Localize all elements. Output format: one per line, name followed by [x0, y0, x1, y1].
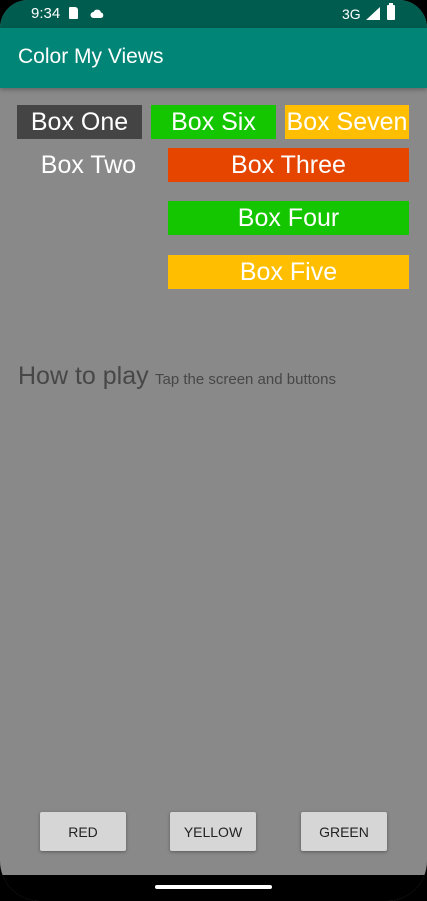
box-seven[interactable]: Box Seven [285, 105, 409, 139]
box-one[interactable]: Box One [17, 105, 142, 139]
box-six[interactable]: Box Six [151, 105, 276, 139]
app-screen[interactable]: 9:34 3G Color My Views Box One Box Six B… [0, 0, 427, 901]
cloud-icon [90, 9, 104, 18]
box-three[interactable]: Box Three [168, 148, 409, 182]
status-time: 9:34 [31, 5, 61, 22]
green-button[interactable]: GREEN [301, 812, 387, 851]
how-to-play-label: How to play [18, 362, 149, 390]
app-bar: Color My Views [0, 28, 427, 88]
navigation-bar [0, 875, 427, 901]
yellow-button[interactable]: YELLOW [170, 812, 256, 851]
signal-icon [366, 7, 380, 20]
box-four[interactable]: Box Four [168, 201, 409, 235]
red-button[interactable]: RED [40, 812, 126, 851]
box-five[interactable]: Box Five [168, 255, 409, 289]
app-title: Color My Views [18, 45, 164, 68]
status-bar: 9:34 3G [0, 0, 427, 28]
how-to-play-text: Tap the screen and buttons [155, 371, 336, 388]
network-type-label: 3G [342, 6, 361, 22]
battery-icon [387, 3, 395, 20]
home-gesture-handle[interactable] [155, 885, 272, 889]
box-two[interactable]: Box Two [17, 148, 160, 182]
sd-card-icon [69, 7, 78, 19]
